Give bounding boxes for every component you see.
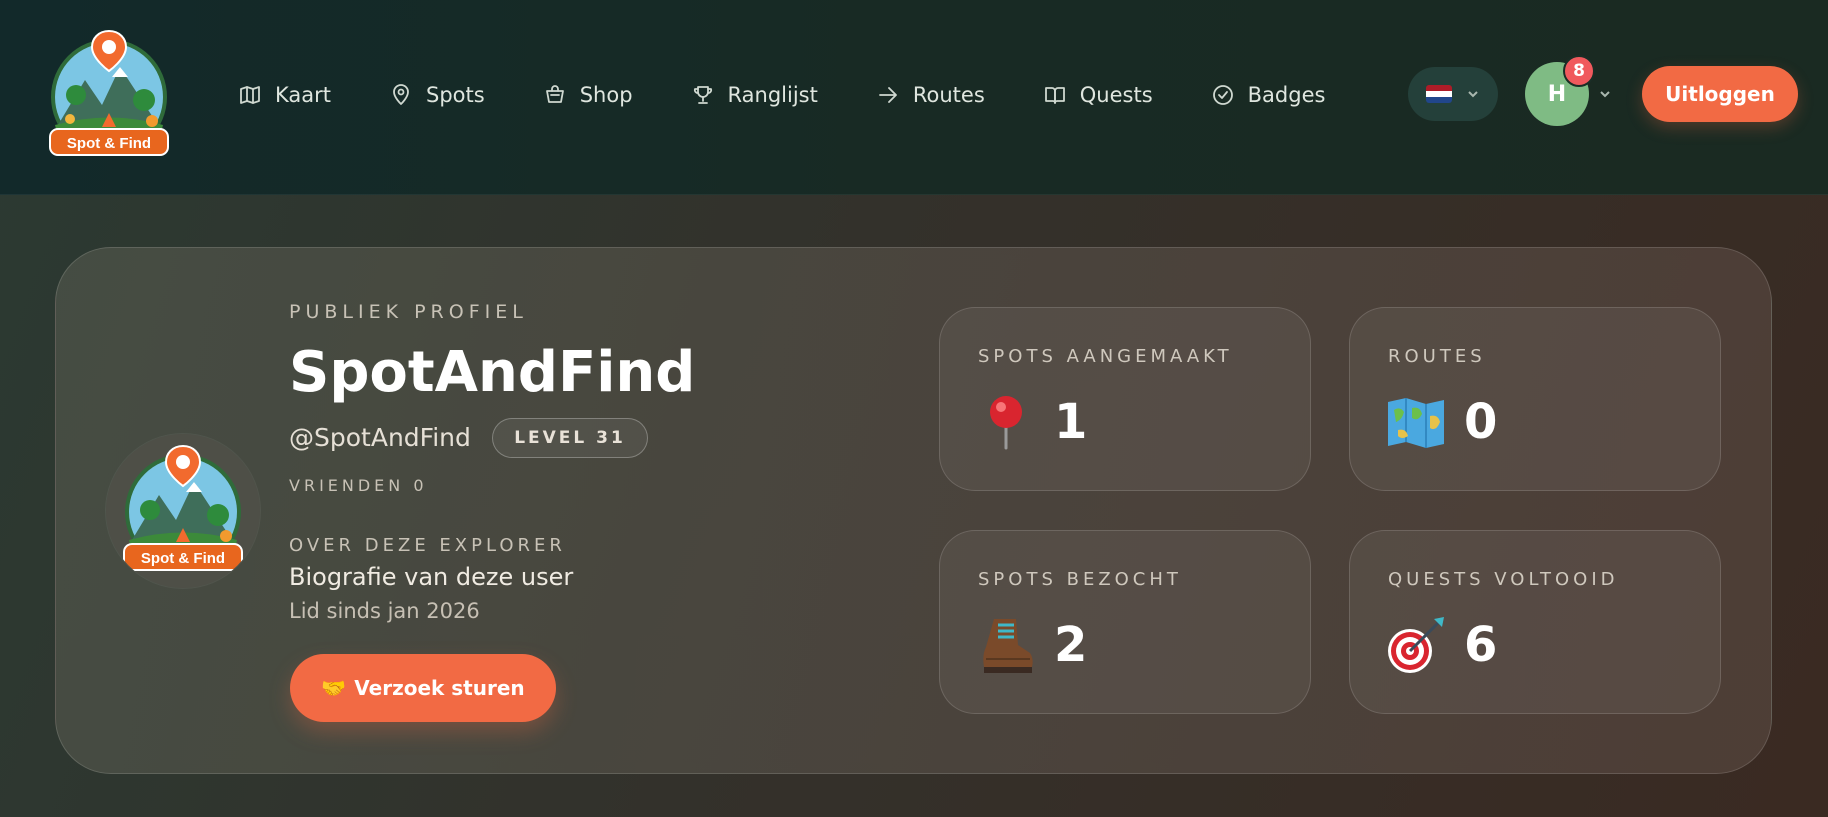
member-since: Lid sinds jan 2026 bbox=[289, 599, 480, 623]
stat-value: 2 bbox=[1054, 617, 1088, 673]
stat-routes: ROUTES 0 bbox=[1349, 307, 1721, 491]
nav-item-ranglijst[interactable]: Ranglijst bbox=[691, 74, 818, 116]
nav-item-kaart[interactable]: Kaart bbox=[238, 74, 331, 116]
stat-quests-completed: QUESTS VOLTOOID 6 bbox=[1349, 530, 1721, 714]
profile-handle: @SpotAndFind bbox=[289, 423, 471, 452]
nav-item-badges[interactable]: Badges bbox=[1211, 74, 1326, 116]
trophy-icon bbox=[693, 86, 712, 104]
world-map-icon bbox=[1388, 398, 1444, 448]
stat-value: 6 bbox=[1464, 617, 1498, 673]
profile-eyebrow: PUBLIEK PROFIEL bbox=[289, 301, 528, 323]
send-friend-request-button[interactable]: 🤝 Verzoek sturen bbox=[290, 654, 556, 722]
top-navbar: Spot & Find Kaart Spots Shop Ranglijst R… bbox=[0, 0, 1828, 195]
main-nav: Kaart Spots Shop Ranglijst Routes Quests… bbox=[238, 74, 1383, 116]
nav-item-routes[interactable]: Routes bbox=[876, 74, 985, 116]
profile-avatar: Spot & Find bbox=[106, 434, 260, 588]
stat-label: SPOTS BEZOCHT bbox=[978, 569, 1182, 590]
avatar-logo-text: Spot & Find bbox=[141, 550, 225, 567]
pushpin-icon bbox=[990, 396, 1022, 450]
nav-label: Quests bbox=[1079, 83, 1153, 107]
nav-label: Shop bbox=[579, 83, 633, 107]
notification-count-badge: 8 bbox=[1563, 55, 1595, 87]
nl-flag-icon bbox=[1426, 85, 1452, 103]
profile-name: SpotAndFind bbox=[289, 340, 696, 405]
stat-label: ROUTES bbox=[1388, 346, 1486, 367]
spot-and-find-logo[interactable]: Spot & Find bbox=[40, 25, 178, 160]
stat-value: 0 bbox=[1464, 394, 1498, 450]
nav-label: Spots bbox=[426, 83, 485, 107]
stat-spots-visited: SPOTS BEZOCHT 2 bbox=[939, 530, 1311, 714]
stat-label: QUESTS VOLTOOID bbox=[1388, 569, 1619, 590]
level-badge: LEVEL 31 bbox=[492, 418, 648, 458]
profile-bio: Biografie van deze user bbox=[289, 563, 574, 591]
request-button-label: Verzoek sturen bbox=[354, 676, 525, 700]
language-selector[interactable] bbox=[1408, 67, 1498, 121]
book-open-icon bbox=[1044, 87, 1065, 104]
map-icon bbox=[240, 86, 260, 104]
nav-label: Ranglijst bbox=[727, 83, 818, 107]
nav-label: Badges bbox=[1247, 83, 1326, 107]
badge-check-icon bbox=[1212, 85, 1233, 105]
chevron-down-icon bbox=[1468, 91, 1478, 98]
chevron-down-icon[interactable] bbox=[1598, 87, 1612, 101]
nav-label: Kaart bbox=[275, 83, 332, 107]
nav-item-spots[interactable]: Spots bbox=[389, 74, 485, 116]
stat-label: SPOTS AANGEMAAKT bbox=[978, 346, 1233, 367]
nav-item-shop[interactable]: Shop bbox=[543, 74, 633, 116]
logo-text: Spot & Find bbox=[67, 135, 151, 152]
map-pin-icon bbox=[393, 84, 409, 105]
basket-icon bbox=[545, 85, 564, 103]
stat-value: 1 bbox=[1054, 394, 1088, 450]
logout-button[interactable]: Uitloggen bbox=[1642, 66, 1798, 122]
arrow-right-icon bbox=[878, 87, 897, 103]
nav-label: Routes bbox=[912, 83, 985, 107]
stat-spots-created: SPOTS AANGEMAAKT 1 bbox=[939, 307, 1311, 491]
nav-item-quests[interactable]: Quests bbox=[1043, 74, 1153, 116]
handshake-icon: 🤝 bbox=[321, 676, 347, 700]
about-label: OVER DEZE EXPLORER bbox=[289, 535, 566, 556]
hiking-boot-icon bbox=[983, 619, 1033, 673]
friends-count: VRIENDEN 0 bbox=[289, 476, 428, 495]
target-icon bbox=[1388, 617, 1444, 673]
